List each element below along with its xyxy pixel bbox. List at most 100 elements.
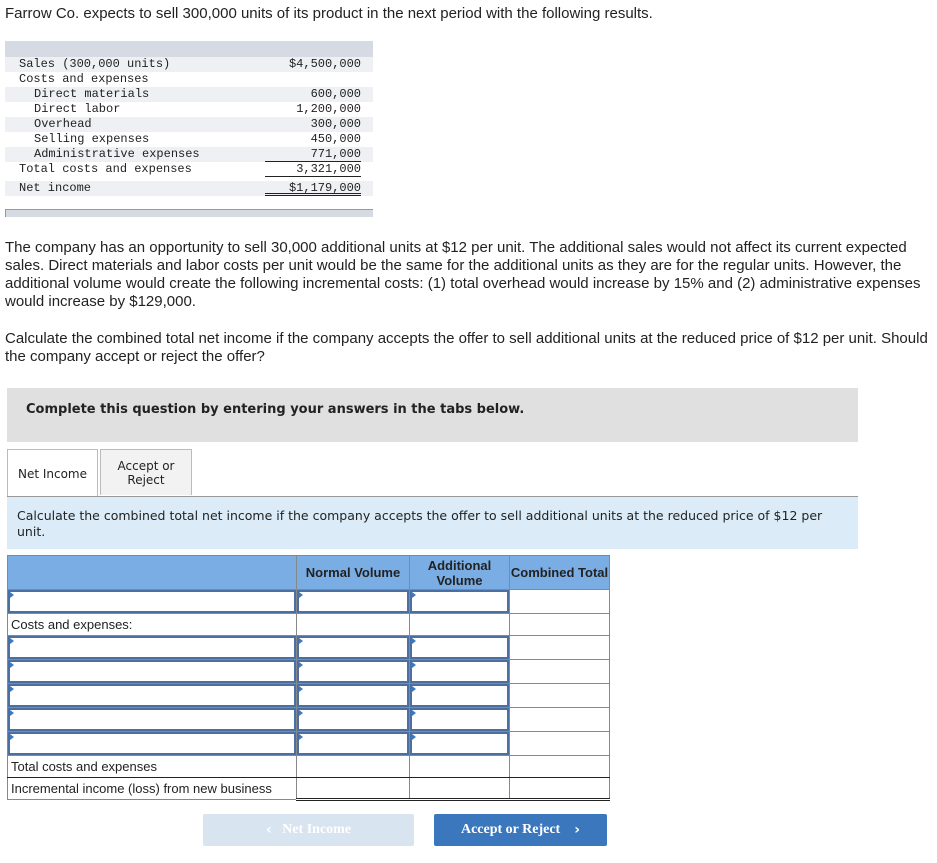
normal-volume-cell bbox=[296, 755, 410, 778]
costs-header-row-label: Costs and expenses: bbox=[7, 613, 297, 636]
statement-row-label: Net income bbox=[19, 181, 92, 195]
header-additional-volume: Additional Volume bbox=[409, 555, 510, 590]
dropdown-marker-icon bbox=[412, 592, 416, 598]
combined-total-cell bbox=[509, 777, 610, 801]
statement-row-label: Costs and expenses bbox=[19, 72, 149, 86]
additional-volume-cell bbox=[409, 777, 510, 801]
statement-row: Total costs and expenses 3,321,000 bbox=[5, 162, 373, 177]
tab-net-income[interactable]: Net Income bbox=[7, 449, 98, 497]
normal-volume-input-cell bbox=[296, 731, 410, 756]
label-input-cell bbox=[7, 731, 297, 756]
label-input[interactable] bbox=[8, 636, 296, 659]
combined-total-cell bbox=[509, 683, 610, 708]
label-input[interactable] bbox=[8, 660, 296, 683]
dropdown-marker-icon bbox=[299, 710, 303, 716]
label-input[interactable] bbox=[8, 684, 296, 707]
tab-accept-or-reject[interactable]: Accept or Reject bbox=[100, 449, 192, 495]
additional-volume-input[interactable] bbox=[410, 660, 509, 683]
dropdown-marker-icon bbox=[10, 638, 14, 644]
dropdown-marker-icon bbox=[10, 710, 14, 716]
cost-row bbox=[7, 683, 610, 708]
additional-volume-input-cell bbox=[409, 707, 510, 732]
combined-total-cell bbox=[509, 589, 610, 614]
dropdown-marker-icon bbox=[412, 710, 416, 716]
additional-volume-input-cell bbox=[409, 683, 510, 708]
statement-row-value: 300,000 bbox=[310, 117, 361, 131]
statement-row-value: 1,200,000 bbox=[296, 102, 361, 116]
statement-scrollbar[interactable] bbox=[5, 209, 373, 217]
statement-row-value: 3,321,000 bbox=[265, 162, 361, 177]
dropdown-marker-icon bbox=[299, 734, 303, 740]
dropdown-marker-icon bbox=[299, 686, 303, 692]
statement-row-value: 600,000 bbox=[310, 87, 361, 101]
statement-row: Overhead 300,000 bbox=[5, 117, 373, 132]
label-input[interactable] bbox=[8, 708, 296, 731]
cost-row bbox=[7, 659, 610, 684]
dropdown-marker-icon bbox=[299, 662, 303, 668]
dropdown-marker-icon bbox=[299, 638, 303, 644]
next-tab-button[interactable]: Accept or Reject › bbox=[434, 814, 607, 846]
additional-volume-input-cell bbox=[409, 589, 510, 614]
additional-volume-input[interactable] bbox=[410, 732, 509, 755]
dropdown-marker-icon bbox=[412, 686, 416, 692]
dropdown-marker-icon bbox=[10, 686, 14, 692]
combined-total-cell bbox=[509, 731, 610, 756]
statement-header-bar bbox=[5, 41, 373, 57]
statement-row-value: 450,000 bbox=[310, 132, 361, 146]
dropdown-marker-icon bbox=[10, 592, 14, 598]
normal-volume-input[interactable] bbox=[297, 590, 409, 613]
income-statement: Sales (300,000 units) $4,500,000 Costs and… bbox=[5, 41, 373, 217]
additional-volume-cell bbox=[409, 613, 510, 636]
additional-volume-input[interactable] bbox=[410, 708, 509, 731]
label-input[interactable] bbox=[8, 732, 296, 755]
label-input[interactable] bbox=[8, 590, 296, 613]
header-combined-total: Combined Total bbox=[509, 555, 610, 590]
statement-row-value bbox=[265, 72, 361, 87]
statement-row-label: Overhead bbox=[34, 117, 92, 131]
combined-total-cell bbox=[509, 755, 610, 778]
tab-bar: Net Income Accept or Reject bbox=[7, 449, 192, 497]
total-costs-row-label: Total costs and expenses bbox=[7, 755, 297, 778]
additional-volume-input-cell bbox=[409, 635, 510, 660]
header-normal-volume: Normal Volume bbox=[296, 555, 410, 590]
statement-row: Direct labor 1,200,000 bbox=[5, 102, 373, 117]
dropdown-marker-icon bbox=[10, 734, 14, 740]
statement-row: Direct materials 600,000 bbox=[5, 87, 373, 102]
statement-row: Selling expenses 450,000 bbox=[5, 132, 373, 147]
label-input-cell bbox=[7, 635, 297, 660]
prev-tab-button[interactable]: ‹ Net Income bbox=[203, 814, 414, 846]
dropdown-marker-icon bbox=[10, 662, 14, 668]
cost-row bbox=[7, 707, 610, 732]
dropdown-marker-icon bbox=[412, 662, 416, 668]
header-label bbox=[7, 555, 297, 590]
normal-volume-input[interactable] bbox=[297, 708, 409, 731]
statement-row-label: Direct materials bbox=[34, 87, 150, 101]
instruction-banner: Complete this question by entering your … bbox=[7, 388, 858, 442]
total-costs-row: Total costs and expenses bbox=[7, 755, 610, 778]
normal-volume-input[interactable] bbox=[297, 660, 409, 683]
additional-volume-input[interactable] bbox=[410, 636, 509, 659]
statement-row-label: Total costs and expenses bbox=[19, 162, 192, 176]
normal-volume-input-cell bbox=[296, 683, 410, 708]
statement-row-value: $4,500,000 bbox=[288, 57, 361, 71]
normal-volume-input[interactable] bbox=[297, 684, 409, 707]
label-input-cell bbox=[7, 683, 297, 708]
combined-total-cell bbox=[509, 635, 610, 660]
statement-row-label: Selling expenses bbox=[34, 132, 150, 146]
statement-row: Sales (300,000 units) $4,500,000 bbox=[5, 57, 373, 72]
combined-total-cell bbox=[509, 707, 610, 732]
normal-volume-input-cell bbox=[296, 659, 410, 684]
statement-row-label: Sales (300,000 units) bbox=[19, 57, 171, 71]
intro-text: Farrow Co. expects to sell 300,000 units… bbox=[5, 5, 653, 22]
net-income-row: Incremental income (loss) from new busin… bbox=[7, 777, 610, 801]
tab-accept-or-reject-label: Accept or Reject bbox=[117, 458, 175, 487]
additional-volume-input[interactable] bbox=[410, 590, 509, 613]
normal-volume-input[interactable] bbox=[297, 732, 409, 755]
cost-row bbox=[7, 731, 610, 756]
normal-volume-input[interactable] bbox=[297, 636, 409, 659]
statement-row: Net income $1,179,000 bbox=[5, 181, 373, 196]
statement-row: Costs and expenses bbox=[5, 72, 373, 87]
answer-table: Normal Volume Additional Volume Combined… bbox=[7, 555, 610, 801]
statement-rows: Sales (300,000 units) $4,500,000 Costs and… bbox=[5, 57, 373, 196]
additional-volume-input[interactable] bbox=[410, 684, 509, 707]
